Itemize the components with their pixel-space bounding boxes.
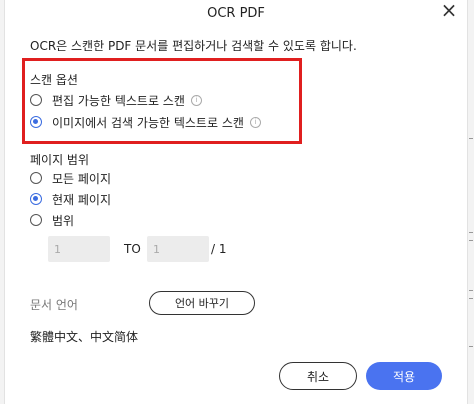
dialog-description: OCR은 스캔한 PDF 문서를 편집하거나 검색할 수 있도록 합니다. xyxy=(30,39,357,53)
page-range-custom[interactable]: 범위 xyxy=(30,211,74,229)
close-icon[interactable]: × xyxy=(438,0,460,22)
range-to-label: TO xyxy=(124,242,141,256)
document-language-label: 문서 언어 xyxy=(30,298,78,312)
page-range-current-label: 현재 페이지 xyxy=(52,192,112,207)
radio-range[interactable] xyxy=(30,214,42,226)
page-range-all-label: 모든 페이지 xyxy=(52,171,112,186)
page-range-custom-label: 범위 xyxy=(52,213,75,228)
info-icon[interactable]: i xyxy=(190,94,202,106)
info-icon[interactable]: i xyxy=(249,116,261,128)
scan-option-editable-label: 편집 가능한 텍스트로 스캔 xyxy=(52,93,185,108)
radio-all-pages[interactable] xyxy=(30,172,42,184)
radio-searchable[interactable] xyxy=(30,116,42,128)
range-to-input[interactable] xyxy=(147,236,209,262)
range-total-label: / 1 xyxy=(211,242,227,256)
scan-option-searchable-label: 이미지에서 검색 가능한 텍스트로 스캔 xyxy=(52,115,244,130)
range-from-input[interactable] xyxy=(48,236,110,262)
page-range-title: 페이지 범위 xyxy=(30,153,90,167)
apply-button[interactable]: 적용 xyxy=(366,362,442,390)
scan-options-title: 스캔 옵션 xyxy=(30,73,78,87)
background-edge-right xyxy=(467,0,474,404)
cancel-button[interactable]: 취소 xyxy=(279,362,357,390)
dialog-title: OCR PDF xyxy=(207,6,265,21)
page-range-all[interactable]: 모든 페이지 xyxy=(30,169,111,187)
page-range-current[interactable]: 현재 페이지 xyxy=(30,190,111,208)
radio-editable[interactable] xyxy=(30,94,42,106)
scan-option-searchable[interactable]: 이미지에서 검색 가능한 텍스트로 스캔 i xyxy=(30,113,261,131)
selected-languages: 繁體中文、中文简体 xyxy=(30,330,139,344)
background-edge-left xyxy=(0,0,5,404)
change-language-button[interactable]: 언어 바꾸기 xyxy=(149,291,255,315)
radio-current-page[interactable] xyxy=(30,193,42,205)
ocr-dialog: OCR PDF × OCR은 스캔한 PDF 문서를 편집하거나 검색할 수 있… xyxy=(6,0,466,404)
scan-option-editable[interactable]: 편집 가능한 텍스트로 스캔 i xyxy=(30,91,202,109)
